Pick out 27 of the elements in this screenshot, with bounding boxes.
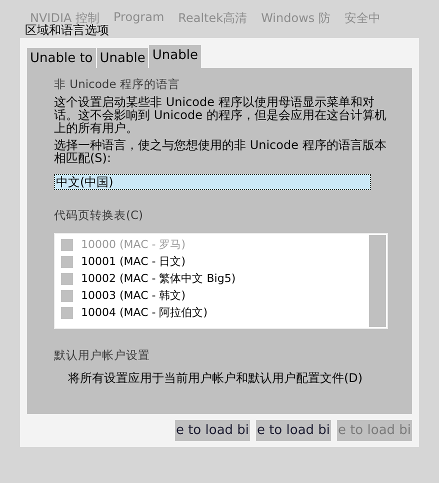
dialog-button[interactable]: e to load bi <box>175 420 250 441</box>
tab[interactable]: Unable to <box>27 48 96 68</box>
list-label: 代码页转换表(C) <box>54 208 144 223</box>
checkbox[interactable] <box>61 272 73 284</box>
tab[interactable]: Unable <box>96 48 148 68</box>
tab[interactable]: Unable <box>149 45 201 68</box>
checkbox[interactable] <box>61 256 73 268</box>
list-item[interactable]: 10004 (MAC - 阿拉伯文) <box>81 305 208 320</box>
desktop-icon-label: NVIDIA 控制 <box>30 10 100 25</box>
desktop-icon-label: Realtek高清 <box>178 10 248 27</box>
list-item[interactable]: 10001 (MAC - 日文) <box>81 254 186 269</box>
section-heading: 默认用户帐户设置 <box>54 348 151 363</box>
checkbox-label[interactable]: 将所有设置应用于当前用户帐户和默认用户配置文件(D) <box>68 370 398 387</box>
desktop-icon-label: Windows 防 <box>261 10 330 27</box>
list-item[interactable]: 10003 (MAC - 韩文) <box>81 288 186 303</box>
checkbox[interactable] <box>61 290 73 302</box>
language-dropdown[interactable]: 中文(中国) <box>54 174 371 190</box>
desktop-icon-label: 安全中 <box>344 10 380 27</box>
window-title: 区域和语言选项 <box>24 23 110 38</box>
section-heading: 非 Unicode 程序的语言 <box>54 77 181 92</box>
desktop-icon-label: Program <box>114 10 164 26</box>
list-item[interactable]: 10002 (MAC - 繁体中文 Big5) <box>81 271 236 286</box>
checkbox[interactable] <box>61 306 73 318</box>
scrollbar[interactable] <box>369 235 386 327</box>
dialog-button[interactable]: e to load bi <box>256 420 331 441</box>
description-text: 这个设置启动某些非 Unicode 程序以使用母语显示菜单和对话。这不会影响到 Unicode 的程序，但是会应用在这台计算机上的所有用户。 <box>54 96 388 135</box>
prompt-text: 选择一种语言，使之与您想使用的非 Unicode 程序的语言版本相匹配(S): <box>54 139 388 165</box>
